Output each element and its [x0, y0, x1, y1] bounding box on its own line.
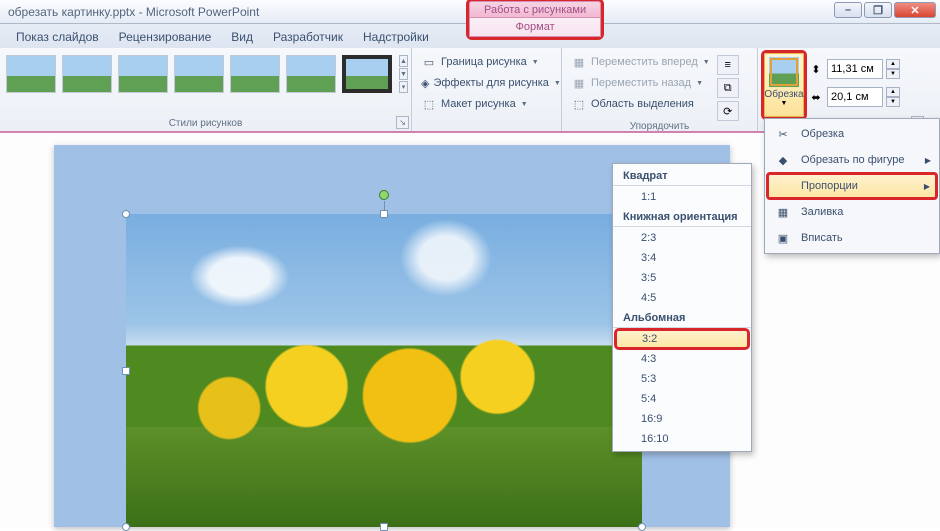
- picture-layout-button[interactable]: ⬚ Макет рисунка▼: [418, 95, 555, 113]
- window-title: обрезать картинку.pptx - Microsoft Power…: [4, 5, 259, 19]
- window-controls: – ❐ ✕: [834, 2, 936, 18]
- menu-item-fill[interactable]: ▦ Заливка: [767, 199, 937, 225]
- tab-view[interactable]: Вид: [223, 26, 261, 48]
- layout-icon: ⬚: [421, 96, 437, 112]
- resize-handle[interactable]: [638, 523, 646, 531]
- width-icon: ⬌: [808, 89, 824, 105]
- chevron-down-icon: ▼: [781, 100, 788, 107]
- aspect-header-square: Квадрат: [613, 166, 751, 186]
- send-backward-icon: ▦: [571, 75, 587, 91]
- fill-icon: ▦: [773, 203, 793, 221]
- menu-item-fit[interactable]: ▣ Вписать: [767, 225, 937, 251]
- rotate-handle[interactable]: [379, 190, 389, 200]
- selection-pane-icon: ⬚: [571, 96, 587, 112]
- aspect-ratio-submenu: Квадрат 1:1 Книжная ориентация 2:3 3:4 3…: [612, 163, 752, 452]
- tab-developer[interactable]: Разработчик: [265, 26, 351, 48]
- group-arrange: ▦ Переместить вперед▼ ▦ Переместить наза…: [562, 48, 758, 131]
- bring-forward-button[interactable]: ▦ Переместить вперед▼: [568, 53, 713, 71]
- aspect-item[interactable]: 4:5: [613, 288, 751, 308]
- aspect-item[interactable]: 16:10: [613, 429, 751, 449]
- minimize-button[interactable]: –: [834, 2, 862, 18]
- height-icon: ⬍: [808, 61, 824, 77]
- aspect-header-landscape: Альбомная: [613, 308, 751, 328]
- rotate-icon: ⟳: [723, 105, 732, 118]
- picture-border-button[interactable]: ▭ Граница рисунка▼: [418, 53, 555, 71]
- tab-slideshow[interactable]: Показ слайдов: [8, 26, 107, 48]
- menu-item-crop-to-shape[interactable]: ◆ Обрезать по фигуре ▶: [767, 147, 937, 173]
- maximize-button[interactable]: ❐: [864, 2, 892, 18]
- group-format-options: ▭ Граница рисунка▼ ◈ Эффекты для рисунка…: [412, 48, 562, 131]
- resize-handle[interactable]: [380, 523, 388, 531]
- menu-item-crop[interactable]: ✂ Обрезка: [767, 121, 937, 147]
- tab-format[interactable]: Формат: [469, 18, 601, 37]
- style-thumb[interactable]: [174, 55, 224, 93]
- fit-icon: ▣: [773, 229, 793, 247]
- title-bar: обрезать картинку.pptx - Microsoft Power…: [0, 0, 940, 24]
- height-input[interactable]: 11,31 см: [827, 59, 883, 79]
- gallery-up-button[interactable]: ▲: [399, 55, 408, 67]
- selected-picture[interactable]: [126, 214, 642, 527]
- aspect-item-selected[interactable]: 3:2: [615, 329, 749, 349]
- contextual-tab-highlight: Работа с рисунками Формат: [466, 0, 604, 40]
- aspect-item[interactable]: 5:4: [613, 389, 751, 409]
- border-icon: ▭: [421, 54, 437, 70]
- gallery-more-button[interactable]: ▾: [399, 81, 408, 93]
- crop-icon: [769, 57, 799, 87]
- chevron-right-icon: ▶: [924, 182, 930, 191]
- picture-effects-button[interactable]: ◈ Эффекты для рисунка▼: [418, 74, 555, 92]
- crop-split-button[interactable]: Обрезка ▼: [764, 53, 804, 117]
- aspect-item[interactable]: 1:1: [613, 187, 751, 207]
- tab-review[interactable]: Рецензирование: [111, 26, 220, 48]
- aspect-item[interactable]: 5:3: [613, 369, 751, 389]
- style-gallery[interactable]: [6, 51, 392, 93]
- picture-content: [126, 214, 642, 527]
- group-icon: ⧉: [724, 82, 732, 95]
- menu-item-aspect-ratio[interactable]: Пропорции ▶: [767, 173, 937, 199]
- bring-forward-icon: ▦: [571, 54, 587, 70]
- aspect-item[interactable]: 16:9: [613, 409, 751, 429]
- align-button[interactable]: ≡: [717, 55, 739, 75]
- shape-icon: ◆: [773, 151, 793, 169]
- rotate-button[interactable]: ⟳: [717, 101, 739, 121]
- aspect-header-portrait: Книжная ориентация: [613, 207, 751, 227]
- send-backward-button[interactable]: ▦ Переместить назад▼: [568, 74, 713, 92]
- group-picture-styles: ▲ ▼ ▾ Стили рисунков ↘: [0, 48, 412, 131]
- style-thumb[interactable]: [286, 55, 336, 93]
- spin-up[interactable]: ▲: [886, 59, 900, 69]
- group-label: Стили рисунков: [6, 118, 405, 131]
- aspect-item[interactable]: 3:4: [613, 248, 751, 268]
- resize-handle[interactable]: [122, 367, 130, 375]
- spin-up[interactable]: ▲: [886, 87, 900, 97]
- spin-down[interactable]: ▼: [886, 69, 900, 79]
- aspect-item[interactable]: 3:5: [613, 268, 751, 288]
- style-thumb[interactable]: [230, 55, 280, 93]
- group-button[interactable]: ⧉: [717, 78, 739, 98]
- resize-handle[interactable]: [122, 523, 130, 531]
- crop-dropdown-menu: ✂ Обрезка ◆ Обрезать по фигуре ▶ Пропорц…: [764, 118, 940, 254]
- width-input[interactable]: 20,1 см: [827, 87, 883, 107]
- spin-down[interactable]: ▼: [886, 97, 900, 107]
- contextual-tab-group: Работа с рисунками: [469, 1, 601, 18]
- effects-icon: ◈: [421, 75, 429, 91]
- resize-handle[interactable]: [380, 210, 388, 218]
- crop-icon: ✂: [773, 125, 793, 143]
- aspect-item[interactable]: 2:3: [613, 228, 751, 248]
- style-thumb[interactable]: [342, 55, 392, 93]
- style-thumb[interactable]: [6, 55, 56, 93]
- style-thumb[interactable]: [62, 55, 112, 93]
- align-icon: ≡: [725, 59, 731, 71]
- resize-handle[interactable]: [122, 210, 130, 218]
- selection-pane-button[interactable]: ⬚ Область выделения: [568, 95, 713, 113]
- aspect-item[interactable]: 4:3: [613, 349, 751, 369]
- gallery-scroll: ▲ ▼ ▾: [399, 55, 408, 93]
- dialog-launcher-icon[interactable]: ↘: [396, 116, 409, 129]
- style-thumb[interactable]: [118, 55, 168, 93]
- chevron-right-icon: ▶: [925, 156, 931, 165]
- tab-addins[interactable]: Надстройки: [355, 26, 437, 48]
- close-button[interactable]: ✕: [894, 2, 936, 18]
- gallery-down-button[interactable]: ▼: [399, 68, 408, 80]
